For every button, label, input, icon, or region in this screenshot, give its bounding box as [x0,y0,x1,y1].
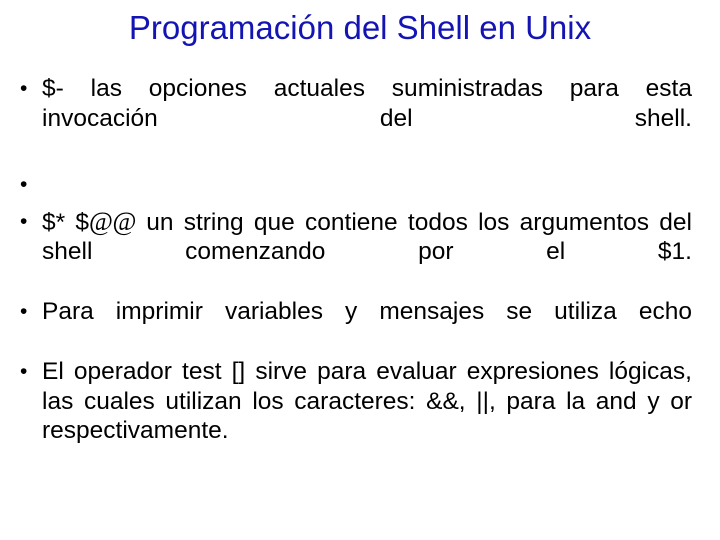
slide: Programación del Shell en Unix $- las op… [0,0,720,540]
slide-body: $- las opciones actuales suministradas p… [14,74,692,476]
list-item: Para imprimir variables y mensajes se ut… [14,297,692,356]
bullet-text-suffix: un string que contiene todos los argumen… [42,208,692,266]
bullet-text: Para imprimir variables y mensajes se ut… [42,298,692,325]
list-item: $* $@@ un string que contiene todos los … [14,207,692,297]
bullet-list: $- las opciones actuales suministradas p… [14,74,692,475]
bullet-text: $- las opciones actuales suministradas p… [42,75,692,132]
list-item: El operador test [] sirve para evaluar e… [14,357,692,475]
bullet-text [42,170,692,200]
bullet-text-prefix: $* $ [42,208,90,236]
list-item-empty [14,170,692,200]
bullet-text: $* $@@ un string que contiene todos los … [42,207,692,297]
list-item: $- las opciones actuales suministradas p… [14,74,692,163]
at-sign-glyph: @@ [89,206,136,236]
page-title: Programación del Shell en Unix [128,9,592,46]
bullet-text: El operador test [] sirve para evaluar e… [42,358,692,444]
